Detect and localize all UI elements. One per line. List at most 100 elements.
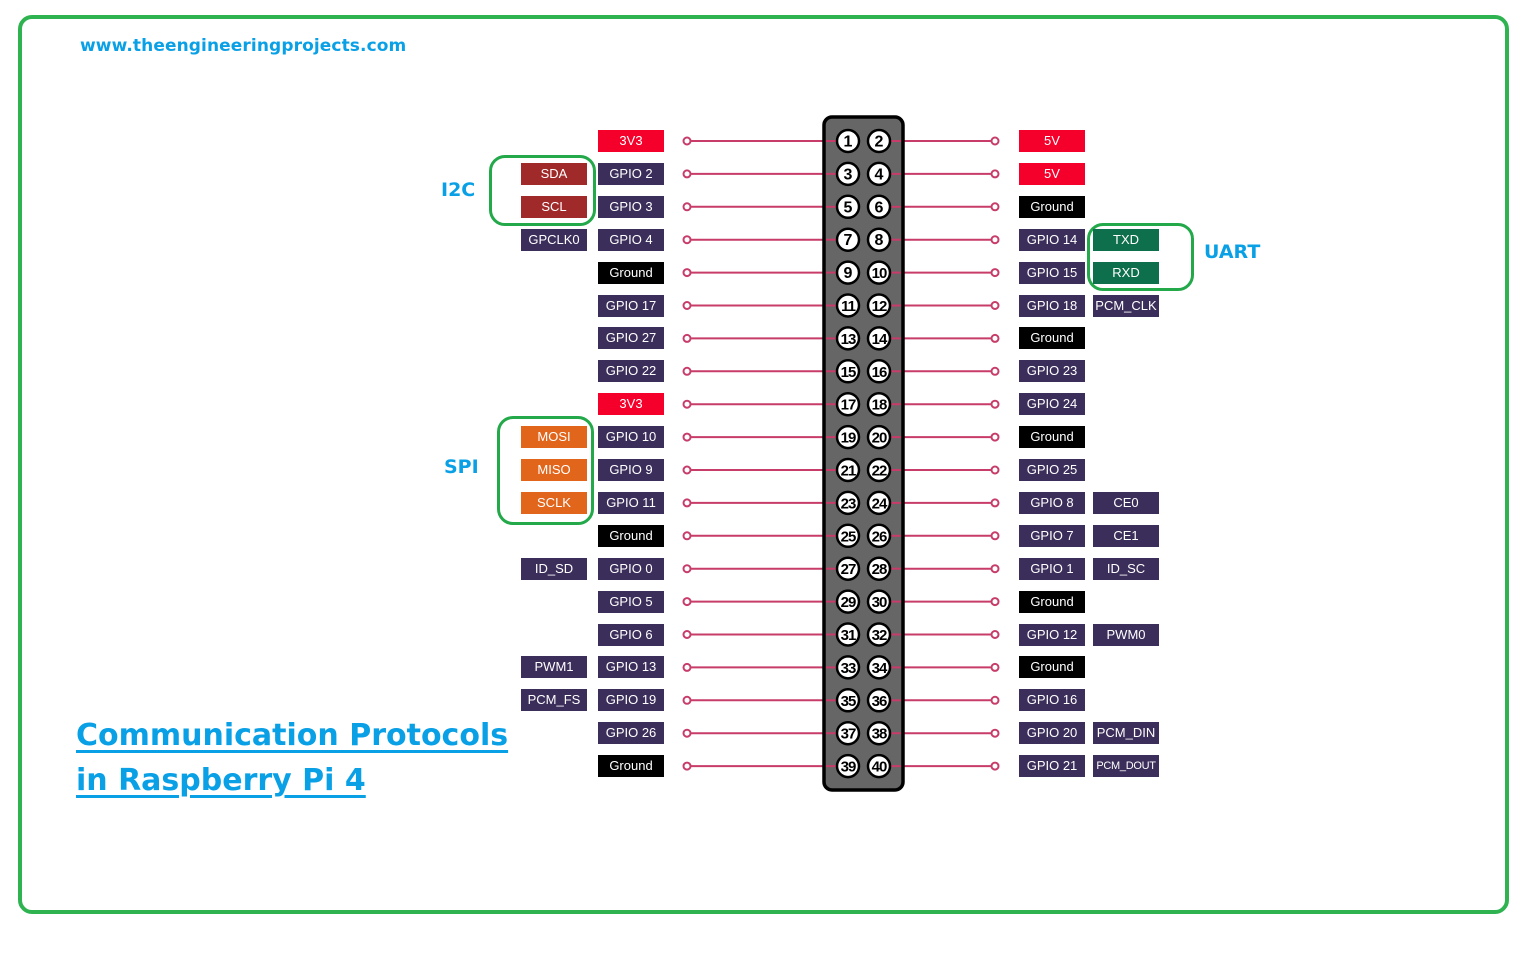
pin-31-number: 31	[841, 627, 856, 644]
pin-18-number: 18	[872, 397, 887, 414]
pin-10-alt-function: RXD	[1093, 261, 1159, 284]
pin-24-label: GPIO 8	[1019, 491, 1085, 514]
connector-left	[682, 366, 692, 376]
pin-3-number: 3	[844, 166, 853, 183]
pin-18-label: GPIO 24	[1019, 393, 1085, 416]
pin-5-label: GPIO 3	[598, 195, 664, 218]
pin-38-alt-function: PCM_DIN	[1093, 722, 1159, 745]
pin-25-number: 25	[841, 528, 856, 545]
pin-14-number: 14	[872, 331, 888, 348]
connector-right	[990, 498, 1000, 508]
pin-26-label: GPIO 7	[1019, 524, 1085, 547]
pin-8-label: GPIO 14	[1019, 228, 1085, 251]
connector-right	[990, 136, 1000, 146]
pin-8-alt-function: TXD	[1093, 228, 1159, 251]
connector-left	[682, 531, 692, 541]
pin-19-alt-function: MOSI	[521, 426, 587, 449]
connector-right	[990, 630, 1000, 639]
pin-1-label: 3V3	[598, 130, 664, 152]
pin-27-label: GPIO 0	[598, 557, 664, 580]
connector-right	[990, 235, 1000, 245]
pin-33-alt-function: PWM1	[521, 656, 587, 679]
pin-12-label: GPIO 18	[1019, 294, 1085, 317]
pin-1-number: 1	[844, 134, 853, 151]
pin-2-number: 2	[875, 134, 884, 151]
pin-3-alt-function: SDA	[521, 162, 587, 185]
pin-35-label: GPIO 19	[598, 689, 664, 712]
connector-left	[682, 202, 692, 212]
pin-13-label: GPIO 27	[598, 327, 664, 350]
connector-left	[682, 301, 692, 310]
connector-left	[682, 761, 692, 771]
pin-21-label: GPIO 9	[598, 459, 664, 481]
pin-21-number: 21	[841, 463, 856, 480]
pin-3-label: GPIO 2	[598, 162, 664, 185]
pin-29-label: GPIO 5	[598, 590, 664, 613]
pin-37-number: 37	[841, 726, 856, 743]
connector-right	[990, 268, 1000, 278]
pin-40-number: 40	[872, 759, 887, 776]
pin-33-number: 33	[841, 660, 856, 677]
pin-23-number: 23	[841, 495, 856, 512]
connector-left	[682, 728, 692, 738]
connector-left	[682, 169, 692, 179]
pin-25-label: Ground	[598, 524, 664, 547]
connector-right	[990, 728, 1000, 738]
pin-14-label: Ground	[1019, 327, 1085, 350]
connector-right	[990, 169, 1000, 179]
connector-left	[682, 630, 692, 639]
pin-32-label: GPIO 12	[1019, 623, 1085, 646]
pin-20-label: Ground	[1019, 426, 1085, 449]
pin-34-number: 34	[872, 660, 888, 677]
pin-30-number: 30	[872, 594, 887, 611]
pin-38-number: 38	[872, 726, 887, 743]
pin-7-label: GPIO 4	[598, 228, 664, 251]
pin-28-alt-function: ID_SC	[1093, 557, 1159, 580]
gpio-header-diagram: 1 23 45 67 89 1011 1213 1415 1617 1819 2021 2223 242…	[682, 115, 1000, 792]
pin-23-alt-function: SCLK	[521, 491, 587, 514]
pin-29-number: 29	[841, 594, 856, 611]
pin-35-number: 35	[841, 693, 856, 710]
connector-right	[990, 399, 1000, 409]
pin-13-number: 13	[841, 331, 856, 348]
pin-20-number: 20	[872, 430, 887, 447]
pin-9-number: 9	[844, 265, 853, 282]
connector-right	[990, 333, 1000, 343]
pin-34-label: Ground	[1019, 656, 1085, 679]
pin-40-label: GPIO 21	[1019, 755, 1085, 778]
pin-10-number: 10	[872, 265, 887, 282]
pin-37-label: GPIO 26	[598, 722, 664, 745]
pin-10-label: GPIO 15	[1019, 261, 1085, 284]
connector-left	[682, 268, 692, 278]
pin-15-number: 15	[841, 364, 856, 381]
connector-left	[682, 235, 692, 245]
pin-15-label: GPIO 22	[598, 360, 664, 383]
connector-right	[990, 202, 1000, 212]
pin-33-label: GPIO 13	[598, 656, 664, 679]
pin-17-label: 3V3	[598, 393, 664, 416]
connector-right	[990, 531, 1000, 541]
pin-6-number: 6	[875, 199, 884, 216]
pin-19-label: GPIO 10	[598, 426, 664, 449]
connector-right	[990, 597, 1000, 607]
pin-24-number: 24	[872, 495, 888, 512]
pin-24-alt-function: CE0	[1093, 491, 1159, 514]
connector-left	[682, 498, 692, 508]
pin-4-number: 4	[875, 166, 884, 183]
connector-right	[990, 432, 1000, 442]
pin-26-alt-function: CE1	[1093, 524, 1159, 547]
pin-36-number: 36	[872, 693, 887, 710]
pin-36-label: GPIO 16	[1019, 689, 1085, 712]
pin-7-alt-function: GPCLK0	[521, 228, 587, 251]
connector-right	[990, 366, 1000, 376]
pin-38-label: GPIO 20	[1019, 722, 1085, 745]
pin-32-number: 32	[872, 627, 887, 644]
pin-35-alt-function: PCM_FS	[521, 689, 587, 712]
connector-left	[682, 564, 692, 574]
pin-6-label: Ground	[1019, 195, 1085, 218]
pin-22-number: 22	[872, 463, 887, 480]
pin-11-label: GPIO 17	[598, 294, 664, 317]
pin-19-number: 19	[841, 430, 856, 447]
connector-right	[990, 662, 1000, 672]
connector-left	[682, 136, 692, 146]
